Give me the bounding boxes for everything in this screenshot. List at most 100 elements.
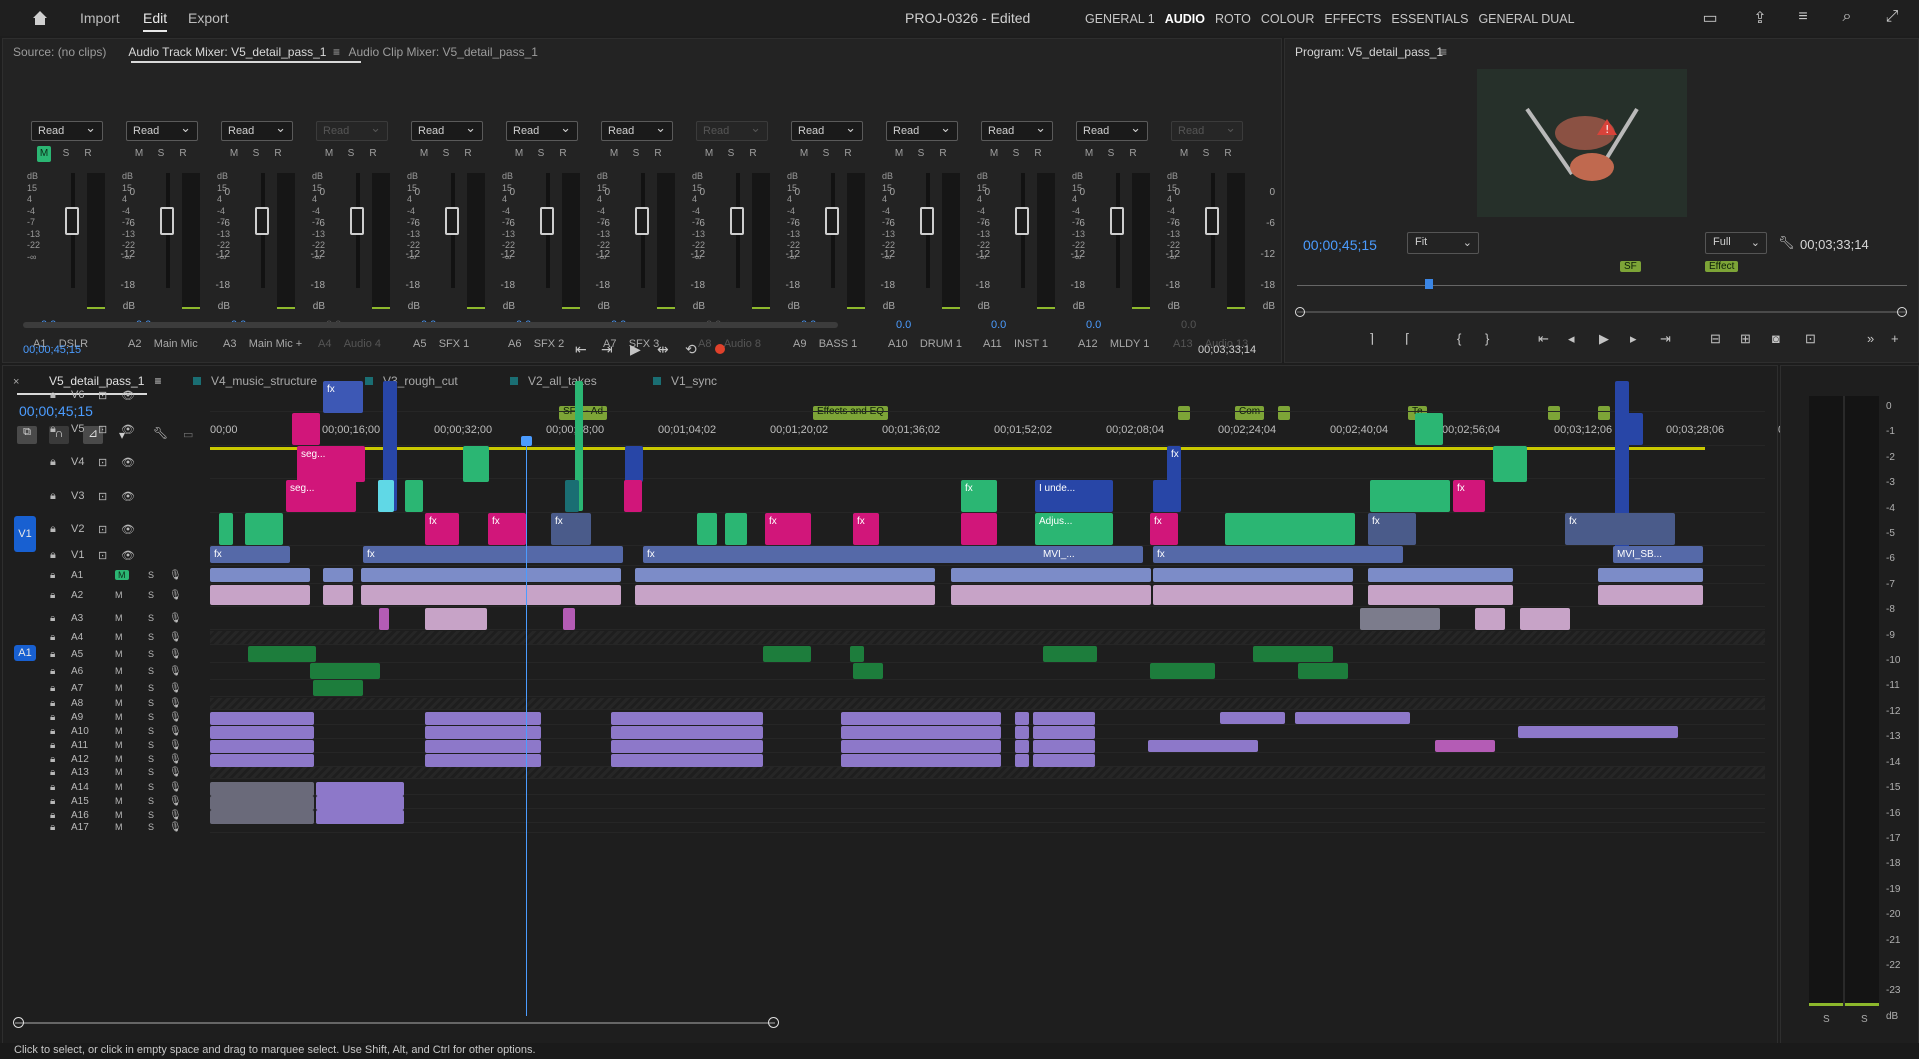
video-clip[interactable]: fx <box>853 513 879 545</box>
video-clip[interactable]: seg... <box>286 480 356 512</box>
audio-clip-a1[interactable] <box>1598 568 1703 582</box>
play-icon[interactable]: ▶ <box>1599 331 1609 347</box>
lift-icon[interactable]: ⊟ <box>1710 331 1721 347</box>
video-clip[interactable]: fx <box>488 513 526 545</box>
audio-track-header-a17[interactable]: 🔒︎ A17 M S 🎙︎ <box>3 822 182 833</box>
video-clip[interactable]: fx <box>765 513 811 545</box>
video-clip[interactable]: fx <box>1167 446 1181 482</box>
automation-mode-select[interactable]: Read <box>316 120 388 141</box>
wrench-icon[interactable]: 🔧︎ <box>1778 235 1795 251</box>
timeline-clip[interactable] <box>245 513 283 545</box>
solo-button[interactable]: S <box>59 146 73 162</box>
audio-clip-music[interactable] <box>1033 754 1095 767</box>
record-arm-button[interactable]: R <box>1126 146 1140 162</box>
fit-select[interactable]: Fit ⌄ <box>1407 232 1479 254</box>
track-solo-button[interactable]: S <box>148 782 154 792</box>
audio-clip-music[interactable] <box>611 740 763 753</box>
audio-track-header-a4[interactable]: 🔒︎ A4 M S 🎙︎ <box>3 631 182 645</box>
workspace-general-dual[interactable]: GENERAL DUAL <box>1478 12 1574 26</box>
solo-right-button[interactable]: S <box>1861 1014 1868 1025</box>
audio-clip-a2[interactable] <box>635 585 935 605</box>
mute-button[interactable]: M <box>1177 146 1191 162</box>
audio-clip-a2[interactable] <box>1463 585 1513 605</box>
go-to-out-icon[interactable]: ⇥ <box>601 341 613 358</box>
voiceover-mic-icon[interactable]: 🎙︎ <box>169 590 182 601</box>
automation-mode-select[interactable]: Read <box>601 120 673 141</box>
automation-mode-select[interactable]: Read <box>791 120 863 141</box>
automation-mode-select[interactable]: Read <box>31 120 103 141</box>
audio-clip-sfx[interactable] <box>1150 663 1215 679</box>
timeline-clip[interactable] <box>1370 480 1450 512</box>
audio-track-lane-a15[interactable] <box>210 795 1765 809</box>
scroll-handle-left[interactable] <box>13 1017 24 1028</box>
audio-track-lane-a16[interactable] <box>210 809 1765 823</box>
audio-clip-a1[interactable] <box>210 568 310 582</box>
timeline-clip[interactable] <box>292 413 320 445</box>
workspace-colour[interactable]: COLOUR <box>1261 12 1314 26</box>
comparison-view-icon[interactable]: ⊡ <box>1805 331 1816 347</box>
lock-icon[interactable]: 🔒︎ <box>50 649 55 660</box>
audio-clip-sfx[interactable] <box>1253 646 1333 662</box>
lock-icon[interactable]: 🔒︎ <box>50 726 55 737</box>
track-solo-button[interactable]: S <box>148 683 154 693</box>
lock-icon[interactable]: 🔒︎ <box>50 632 55 643</box>
more-buttons-icon[interactable]: » <box>1867 331 1874 346</box>
monitor-marker-sf[interactable]: SF <box>1620 258 1641 272</box>
audio-track-header-a13[interactable]: 🔒︎ A13 M S 🎙︎ <box>3 767 182 779</box>
voiceover-mic-icon[interactable]: 🎙︎ <box>169 683 182 694</box>
play-icon[interactable]: ▶ <box>630 341 641 358</box>
audio-track-header-a3[interactable]: 🔒︎ A3 M S 🎙︎ <box>3 608 182 630</box>
track-mute-button[interactable]: M <box>115 632 123 642</box>
audio-clip-a2[interactable] <box>210 585 310 605</box>
track-solo-button[interactable]: S <box>148 810 154 820</box>
timeline-clip[interactable] <box>625 446 643 482</box>
mute-button[interactable]: M <box>37 146 51 162</box>
track-mute-button[interactable]: M <box>115 796 123 806</box>
timeline-clip[interactable] <box>961 513 997 545</box>
audio-clip-sfx[interactable] <box>1298 663 1348 679</box>
record-arm-button[interactable]: R <box>271 146 285 162</box>
audio-clip-a1[interactable] <box>1463 568 1513 582</box>
audio-clip-music[interactable] <box>210 754 314 767</box>
volume-fader[interactable] <box>1015 207 1029 235</box>
monitor-playhead[interactable] <box>1425 279 1433 289</box>
expand-icon[interactable]: ⤢ <box>1882 8 1902 28</box>
volume-fader[interactable] <box>350 207 364 235</box>
track-solo-button[interactable]: S <box>148 632 154 642</box>
audio-track-header-a1[interactable]: 🔒︎ A1 M S 🎙︎ <box>3 567 182 584</box>
audio-clip-sfx[interactable] <box>310 663 380 679</box>
audio-clip-a2[interactable] <box>361 585 621 605</box>
sync-lock-icon[interactable]: ⊡ <box>98 423 107 436</box>
eye-icon[interactable]: 👁︎ <box>121 423 135 436</box>
workspace-essentials[interactable]: ESSENTIALS <box>1391 12 1468 26</box>
mute-button[interactable]: M <box>1082 146 1096 162</box>
lock-icon[interactable]: 🔒︎ <box>50 782 55 793</box>
volume-fader[interactable] <box>1205 207 1219 235</box>
mute-button[interactable]: M <box>702 146 716 162</box>
track-mute-button[interactable]: M <box>115 649 123 659</box>
audio-clip-music[interactable] <box>1295 712 1410 724</box>
solo-button[interactable]: S <box>629 146 643 162</box>
voiceover-mic-icon[interactable]: 🎙︎ <box>169 726 182 737</box>
video-track-header-v4[interactable]: 🔒︎ V4 ⊡ 👁︎ <box>3 446 171 479</box>
solo-button[interactable]: S <box>1199 146 1213 162</box>
track-mute-button[interactable]: M <box>115 810 123 820</box>
audio-clip-a15[interactable] <box>210 796 314 810</box>
timeline-clip[interactable] <box>1153 480 1181 512</box>
lock-icon[interactable]: 🔒︎ <box>50 570 55 581</box>
timeline-clip[interactable] <box>725 513 747 545</box>
audio-track-lane-a8[interactable] <box>210 698 1765 710</box>
timeline-clip[interactable] <box>697 513 717 545</box>
track-solo-button[interactable]: S <box>148 740 154 750</box>
track-solo-button[interactable]: S <box>148 649 154 659</box>
lock-icon[interactable]: 🔒︎ <box>50 767 55 778</box>
record-arm-button[interactable]: R <box>841 146 855 162</box>
video-track-header-v3[interactable]: 🔒︎ V3 ⊡ 👁︎ <box>3 480 171 513</box>
eye-icon[interactable]: 👁︎ <box>121 490 135 503</box>
track-mute-button[interactable]: M <box>115 822 123 832</box>
solo-button[interactable]: S <box>249 146 263 162</box>
track-mute-button[interactable]: M <box>115 569 129 580</box>
audio-clip-music[interactable] <box>841 726 1001 739</box>
record-arm-button[interactable]: R <box>1221 146 1235 162</box>
audio-clip-a1[interactable] <box>635 568 935 582</box>
